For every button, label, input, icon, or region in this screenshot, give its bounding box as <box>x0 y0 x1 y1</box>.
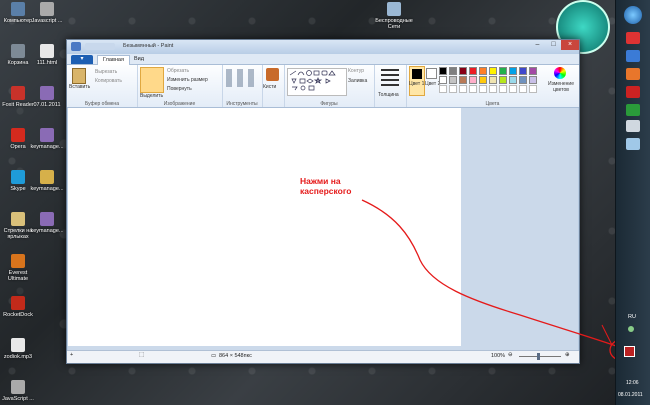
taskbar-app-icon[interactable] <box>626 50 640 62</box>
language-indicator[interactable]: RU <box>628 314 636 320</box>
taskbar-paint-button[interactable] <box>626 120 640 132</box>
kaspersky-tray-icon[interactable] <box>624 346 635 357</box>
clock-time[interactable]: 12:06 <box>626 380 639 386</box>
annotation-arrow <box>361 199 641 362</box>
taskbar: RU 12:06 08.01.2011 <box>615 0 650 405</box>
taskbar-app-icon[interactable] <box>626 138 640 150</box>
tray-icon[interactable] <box>628 326 634 332</box>
taskbar-app-icon[interactable] <box>626 68 640 80</box>
taskbar-app-icon[interactable] <box>626 86 640 98</box>
start-button[interactable] <box>624 6 642 24</box>
taskbar-app-icon[interactable] <box>626 32 640 44</box>
clock-date[interactable]: 08.01.2011 <box>618 392 643 398</box>
taskbar-app-icon[interactable] <box>626 104 640 116</box>
